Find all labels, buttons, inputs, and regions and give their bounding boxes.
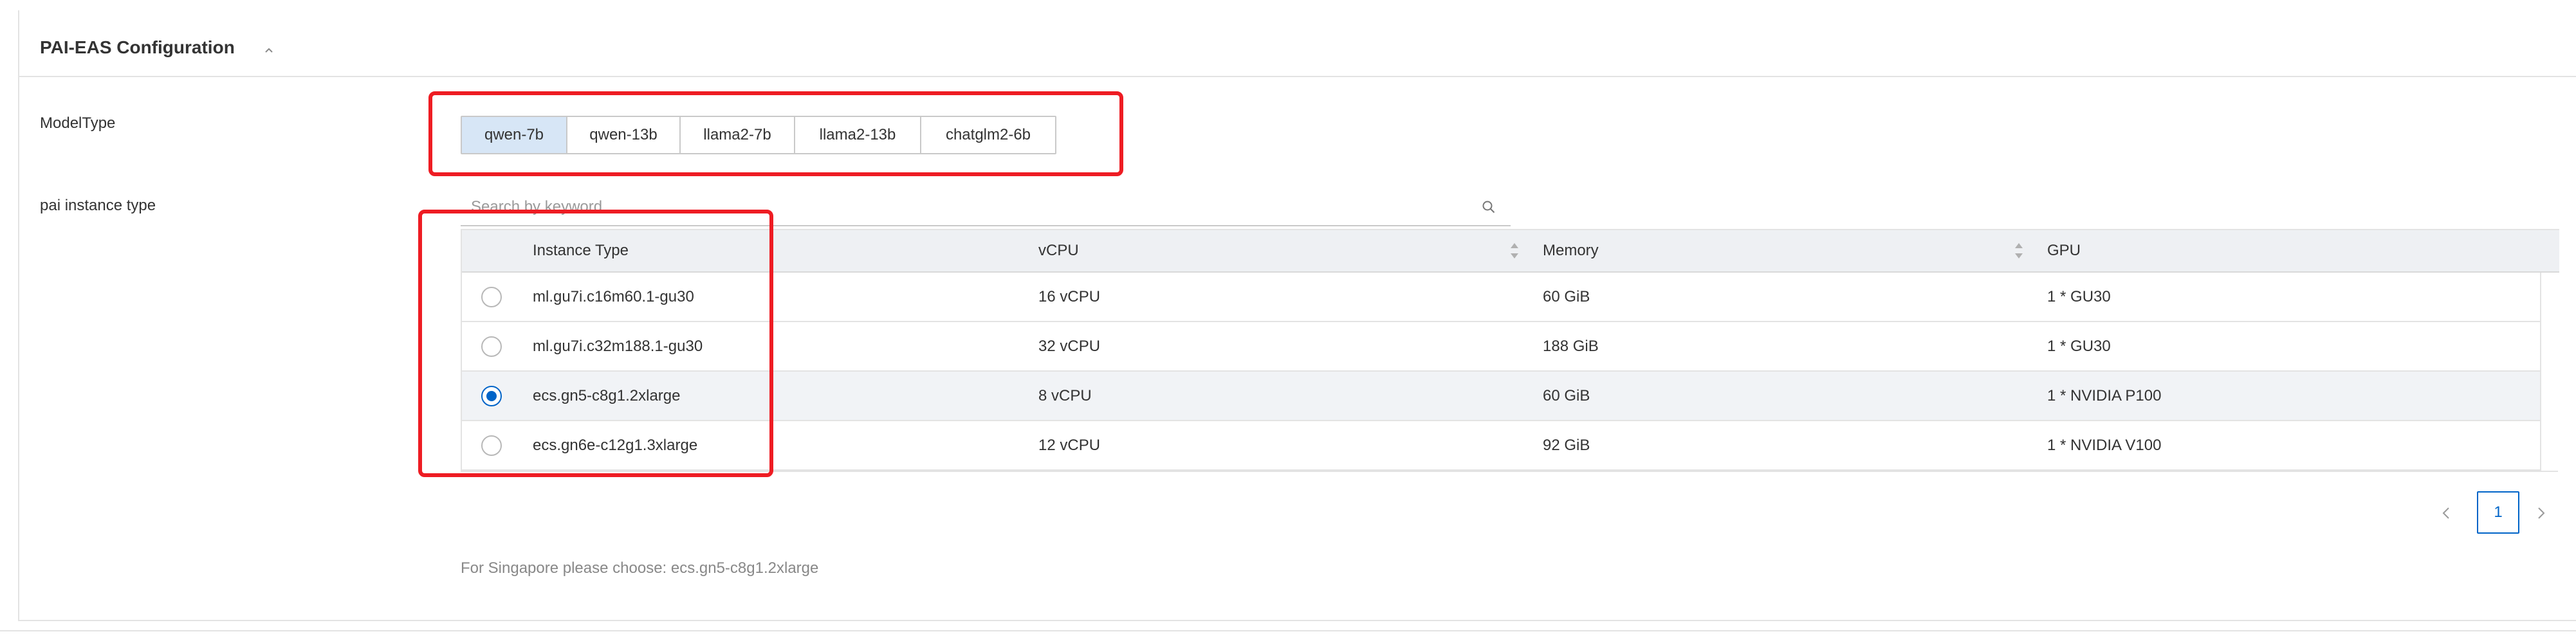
column-header-memory: Memory [1543,242,1599,259]
cell-memory: 188 GiB [1543,338,1599,355]
row-radio[interactable] [481,336,502,357]
sort-icon[interactable] [2012,239,2025,262]
cell-vcpu: 32 vCPU [1038,338,1101,355]
cell-memory: 92 GiB [1543,437,1590,454]
chevron-right-icon[interactable] [2531,498,2552,529]
table-header: Instance Type vCPU Memory GPU [462,229,2559,273]
table-row[interactable]: ml.gu7i.c16m60.1-gu30 16 vCPU 60 GiB 1 *… [462,273,2540,322]
model-option-llama2-13b[interactable]: llama2-13b [795,117,921,153]
region-hint: For Singapore please choose: ecs.gn5-c8g… [461,559,819,577]
model-option-qwen-13b[interactable]: qwen-13b [567,117,681,153]
cell-instance-type: ml.gu7i.c32m188.1-gu30 [533,338,703,355]
table-row[interactable]: ecs.gn5-c8g1.2xlarge 8 vCPU 60 GiB 1 * N… [462,372,2540,421]
cell-gpu: 1 * GU30 [2047,338,2111,355]
sort-icon[interactable] [1508,239,1521,262]
chevron-up-icon[interactable] [261,42,277,58]
cell-memory: 60 GiB [1543,387,1590,404]
column-header-instance-type: Instance Type [533,242,629,259]
cell-memory: 60 GiB [1543,288,1590,305]
cell-gpu: 1 * NVIDIA P100 [2047,387,2162,404]
cell-instance-type: ml.gu7i.c16m60.1-gu30 [533,288,694,305]
row-radio[interactable] [481,435,502,456]
instance-search [461,190,1511,226]
instance-type-label: pai instance type [40,197,156,214]
cell-instance-type: ecs.gn5-c8g1.2xlarge [533,387,681,404]
instance-table: Instance Type vCPU Memory GPU ml.gu7i.c1… [461,229,2559,472]
row-radio[interactable] [481,287,502,307]
model-option-qwen-7b[interactable]: qwen-7b [462,117,567,153]
model-option-llama2-7b[interactable]: llama2-7b [681,117,795,153]
column-header-gpu: GPU [2047,242,2081,259]
cell-vcpu: 8 vCPU [1038,387,1092,404]
section-header: PAI-EAS Configuration [19,10,2576,77]
cell-gpu: 1 * NVIDIA V100 [2047,437,2162,454]
cell-gpu: 1 * GU30 [2047,288,2111,305]
table-body: ml.gu7i.c16m60.1-gu30 16 vCPU 60 GiB 1 *… [462,273,2541,471]
cell-instance-type: ecs.gn6e-c12g1.3xlarge [533,437,698,454]
model-option-chatglm2-6b[interactable]: chatglm2-6b [921,117,1055,153]
pagination-page-1[interactable]: 1 [2477,491,2519,534]
search-icon[interactable] [1478,197,1499,217]
table-row[interactable]: ecs.gn6e-c12g1.3xlarge 12 vCPU 92 GiB 1 … [462,421,2540,471]
cell-vcpu: 16 vCPU [1038,288,1101,305]
cell-vcpu: 12 vCPU [1038,437,1101,454]
section-title: PAI-EAS Configuration [40,37,235,57]
model-type-label: ModelType [40,114,116,132]
column-header-vcpu: vCPU [1038,242,1079,259]
table-row[interactable]: ml.gu7i.c32m188.1-gu30 32 vCPU 188 GiB 1… [462,322,2540,372]
bottom-divider [0,630,2576,631]
row-radio[interactable] [481,386,502,406]
search-input[interactable] [470,194,1460,220]
chevron-left-icon[interactable] [2436,498,2456,529]
model-type-selector: qwen-7b qwen-13b llama2-7b llama2-13b ch… [461,116,1056,154]
